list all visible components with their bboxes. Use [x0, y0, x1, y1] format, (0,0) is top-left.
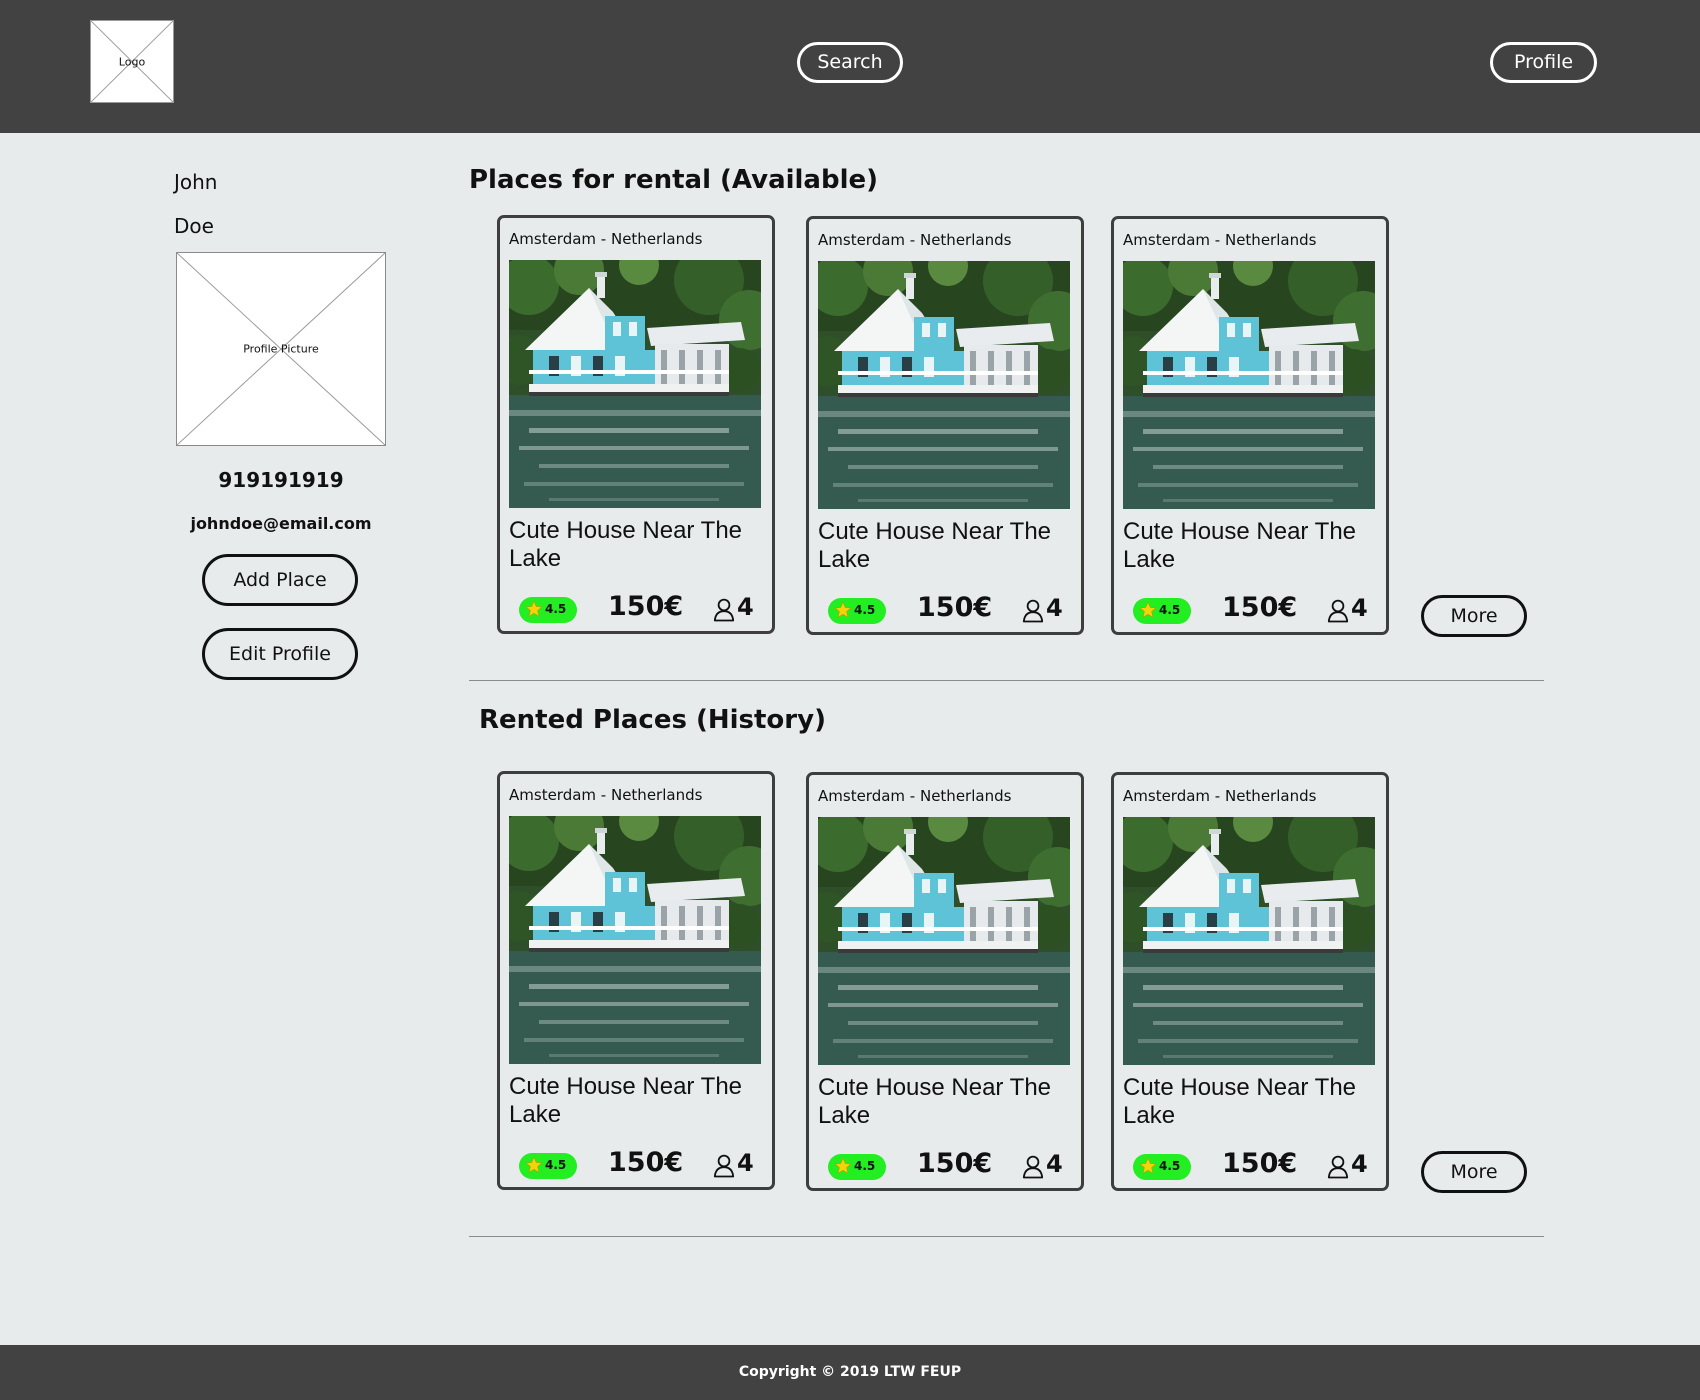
section-divider	[469, 680, 1544, 681]
rating-badge: 4.5	[519, 1153, 577, 1179]
available-card[interactable]: Amsterdam - Netherlands Cute House Near …	[1111, 216, 1389, 635]
user-email: johndoe@email.com	[190, 514, 372, 533]
profile-button[interactable]: Profile	[1490, 42, 1597, 83]
rating-badge: 4.5	[828, 1154, 886, 1180]
rating-value: 4.5	[854, 603, 876, 617]
person-icon	[1022, 1155, 1044, 1179]
guests-count: 4	[1351, 594, 1368, 622]
rating-badge: 4.5	[519, 597, 577, 623]
profile-picture-label: Profile Picture	[243, 342, 319, 356]
guests-count: 4	[737, 1149, 754, 1177]
card-title: Cute House Near The Lake	[818, 518, 1052, 573]
star-icon	[1139, 1157, 1157, 1175]
rating-value: 4.5	[1159, 1159, 1181, 1173]
rating-badge: 4.5	[1133, 598, 1191, 624]
available-card[interactable]: Amsterdam - Netherlands Cute House Near …	[806, 216, 1084, 635]
section-divider	[469, 1236, 1544, 1237]
person-icon	[1327, 1155, 1349, 1179]
user-last-name: Doe	[174, 214, 214, 238]
card-title: Cute House Near The Lake	[509, 517, 743, 572]
card-price: 150€	[1222, 592, 1298, 623]
rating-badge: 4.5	[828, 598, 886, 624]
history-section-title: Rented Places (History)	[479, 705, 826, 735]
house-photo	[509, 816, 761, 1064]
card-title: Cute House Near The Lake	[1123, 1074, 1357, 1129]
history-card[interactable]: Amsterdam - Netherlands Cute House Near …	[497, 771, 775, 1190]
card-price: 150€	[1222, 1148, 1298, 1179]
card-price: 150€	[608, 1147, 684, 1178]
card-location: Amsterdam - Netherlands	[818, 231, 1012, 249]
user-phone: 919191919	[218, 468, 344, 492]
card-location: Amsterdam - Netherlands	[1123, 231, 1317, 249]
guests-count: 4	[1351, 1150, 1368, 1178]
person-icon	[1022, 599, 1044, 623]
rating-value: 4.5	[1159, 603, 1181, 617]
star-icon	[1139, 601, 1157, 619]
person-icon	[713, 1154, 735, 1178]
person-icon	[1327, 599, 1349, 623]
house-photo	[1123, 817, 1375, 1065]
guests-count: 4	[737, 593, 754, 621]
profile-picture: Profile Picture	[176, 252, 386, 446]
guests-count: 4	[1046, 1150, 1063, 1178]
star-icon	[834, 601, 852, 619]
card-location: Amsterdam - Netherlands	[509, 230, 703, 248]
logo-label: Logo	[118, 55, 146, 68]
search-button[interactable]: Search	[797, 42, 903, 83]
card-title: Cute House Near The Lake	[509, 1073, 743, 1128]
star-icon	[525, 1156, 543, 1174]
card-price: 150€	[608, 591, 684, 622]
copyright-text: Copyright © 2019 LTW FEUP	[738, 1364, 962, 1380]
guests-count: 4	[1046, 594, 1063, 622]
card-location: Amsterdam - Netherlands	[509, 786, 703, 804]
card-title: Cute House Near The Lake	[818, 1074, 1052, 1129]
more-history-button[interactable]: More	[1421, 1151, 1527, 1193]
person-icon	[713, 598, 735, 622]
available-section-title: Places for rental (Available)	[469, 165, 879, 195]
user-first-name: John	[174, 170, 218, 194]
house-photo	[1123, 261, 1375, 509]
house-photo	[818, 817, 1070, 1065]
card-price: 150€	[917, 1148, 993, 1179]
card-price: 150€	[917, 592, 993, 623]
card-title: Cute House Near The Lake	[1123, 518, 1357, 573]
header-bar: Logo Search Profile	[0, 0, 1700, 133]
history-card[interactable]: Amsterdam - Netherlands Cute House Near …	[1111, 772, 1389, 1191]
star-icon	[525, 600, 543, 618]
add-place-button[interactable]: Add Place	[202, 554, 358, 606]
rating-value: 4.5	[854, 1159, 876, 1173]
house-photo	[509, 260, 761, 508]
rating-value: 4.5	[545, 1158, 567, 1172]
footer-bar: Copyright © 2019 LTW FEUP	[0, 1345, 1700, 1400]
more-available-button[interactable]: More	[1421, 595, 1527, 637]
card-location: Amsterdam - Netherlands	[1123, 787, 1317, 805]
house-photo	[818, 261, 1070, 509]
edit-profile-button[interactable]: Edit Profile	[202, 628, 358, 680]
rating-badge: 4.5	[1133, 1154, 1191, 1180]
logo[interactable]: Logo	[90, 20, 174, 103]
star-icon	[834, 1157, 852, 1175]
available-card[interactable]: Amsterdam - Netherlands Cute House Near …	[497, 215, 775, 634]
history-card[interactable]: Amsterdam - Netherlands Cute House Near …	[806, 772, 1084, 1191]
card-location: Amsterdam - Netherlands	[818, 787, 1012, 805]
rating-value: 4.5	[545, 602, 567, 616]
